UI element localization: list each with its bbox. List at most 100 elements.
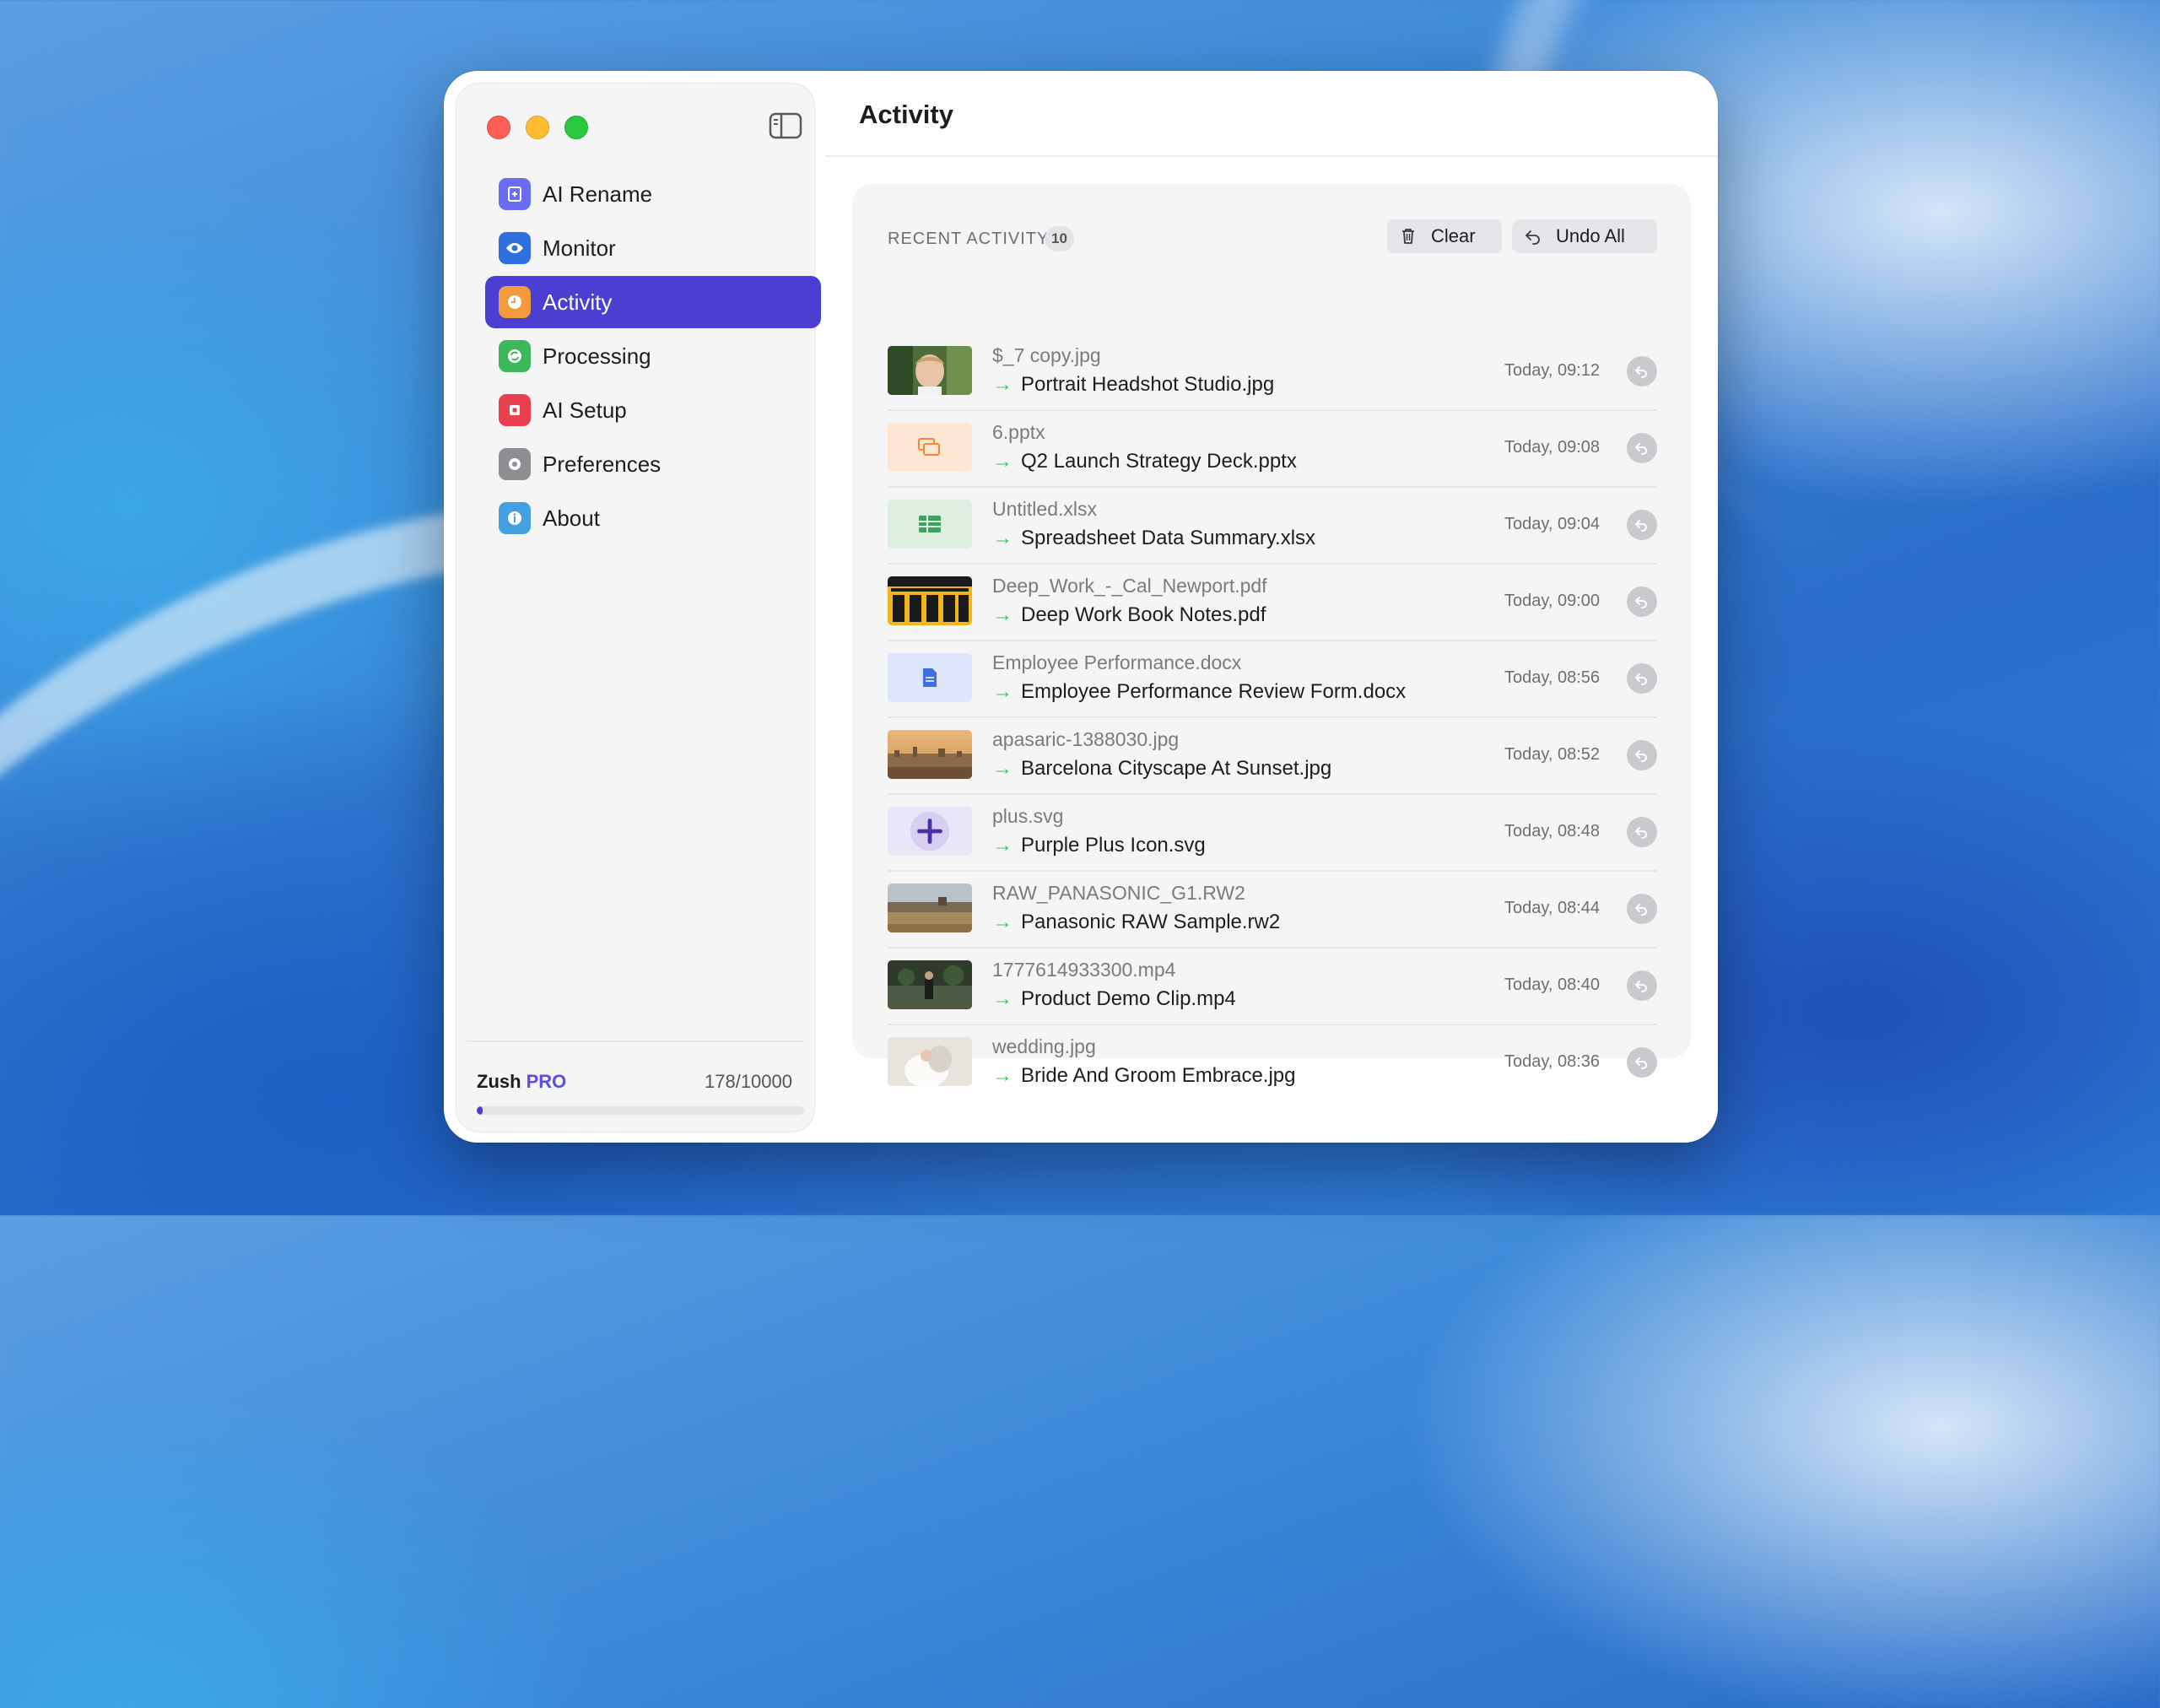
undo-icon bbox=[1635, 1057, 1647, 1069]
activity-row[interactable]: plus.svg → Purple Plus Icon.svg Today, 08:4… bbox=[888, 793, 1657, 870]
undo-row-button[interactable] bbox=[1627, 663, 1657, 694]
wedding-photo-thumbnail bbox=[888, 1037, 972, 1086]
sidebar-divider bbox=[467, 1040, 804, 1042]
activity-row[interactable]: Deep_Work_-_Cal_Newport.pdf → Deep Work Bo… bbox=[888, 563, 1657, 640]
city-photo-thumbnail bbox=[888, 730, 972, 779]
renamed-filename: → Panasonic RAW Sample.rw2 bbox=[992, 911, 1280, 934]
renamed-filename: → Portrait Headshot Studio.jpg bbox=[992, 373, 1274, 397]
undo-icon bbox=[1635, 904, 1647, 916]
arrow-right-icon: → bbox=[992, 911, 1012, 933]
timestamp: Today, 08:52 bbox=[1504, 745, 1600, 764]
undo-icon bbox=[1635, 981, 1647, 992]
sidebar-item-ai-rename[interactable]: AI Rename bbox=[485, 168, 821, 220]
renamed-filename-text: Deep Work Book Notes.pdf bbox=[1021, 603, 1266, 626]
original-filename: Untitled.xlsx bbox=[992, 498, 1097, 520]
sidebar-item-label: Activity bbox=[543, 289, 613, 315]
renamed-filename-text: Barcelona Cityscape At Sunset.jpg bbox=[1021, 757, 1332, 780]
activity-row[interactable]: Employee Performance.docx → Employee Perfo… bbox=[888, 640, 1657, 716]
renamed-filename: → Product Demo Clip.mp4 bbox=[992, 987, 1236, 1011]
activity-row[interactable]: 6.pptx → Q2 Launch Strategy Deck.pptx Today… bbox=[888, 409, 1657, 486]
timestamp: Today, 08:44 bbox=[1504, 899, 1600, 917]
sidebar-item-label: AI Setup bbox=[543, 397, 627, 423]
renamed-filename-text: Purple Plus Icon.svg bbox=[1021, 834, 1206, 857]
sidebar-item-about[interactable]: About bbox=[485, 492, 821, 544]
landscape-photo-thumbnail bbox=[888, 884, 972, 932]
timestamp: Today, 08:56 bbox=[1504, 668, 1600, 687]
renamed-filename: → Spreadsheet Data Summary.xlsx bbox=[992, 527, 1315, 550]
chip-icon bbox=[499, 394, 531, 426]
ai-rename-icon bbox=[499, 178, 531, 210]
sidebar-item-monitor[interactable]: Monitor bbox=[485, 222, 821, 274]
undo-row-button[interactable] bbox=[1627, 970, 1657, 1001]
activity-row[interactable]: $_7 copy.jpg → Portrait Headshot Studio.jp… bbox=[888, 334, 1657, 409]
info-icon bbox=[499, 502, 531, 534]
timestamp: Today, 08:48 bbox=[1504, 822, 1600, 840]
renamed-filename: → Barcelona Cityscape At Sunset.jpg bbox=[992, 757, 1331, 781]
activity-panel: RECENT ACTIVITY 10 Clear Undo All $_7 co… bbox=[852, 184, 1691, 1087]
renamed-filename-text: Q2 Launch Strategy Deck.pptx bbox=[1021, 450, 1297, 473]
sidebar-item-ai-setup[interactable]: AI Setup bbox=[485, 384, 821, 436]
eye-icon bbox=[499, 232, 531, 264]
minimize-window-button[interactable] bbox=[526, 116, 549, 139]
original-filename: wedding.jpg bbox=[992, 1035, 1096, 1057]
original-filename: Employee Performance.docx bbox=[992, 651, 1242, 673]
header-divider bbox=[825, 155, 1718, 157]
undo-row-button[interactable] bbox=[1627, 894, 1657, 924]
zoom-window-button[interactable] bbox=[564, 116, 588, 139]
sidebar-item-preferences[interactable]: Preferences bbox=[485, 438, 821, 490]
plus-icon-thumbnail bbox=[888, 807, 972, 856]
usage-progress-fill bbox=[477, 1106, 483, 1115]
timestamp: Today, 08:36 bbox=[1504, 1052, 1600, 1071]
close-window-button[interactable] bbox=[487, 116, 510, 139]
undo-row-button[interactable] bbox=[1627, 586, 1657, 617]
plan-label: Zush PRO bbox=[477, 1071, 566, 1093]
renamed-filename: → Bride And Groom Embrace.jpg bbox=[992, 1064, 1296, 1088]
activity-row[interactable]: wedding.jpg → Bride And Groom Embrace.jpg T… bbox=[888, 1024, 1657, 1100]
arrow-right-icon: → bbox=[992, 603, 1012, 626]
gear-icon bbox=[499, 448, 531, 480]
undo-row-button[interactable] bbox=[1627, 1047, 1657, 1078]
sidebar-item-processing[interactable]: Processing bbox=[485, 330, 821, 382]
undo-row-button[interactable] bbox=[1627, 433, 1657, 463]
clear-button[interactable]: Clear bbox=[1387, 219, 1502, 253]
original-filename: apasaric-1388030.jpg bbox=[992, 728, 1180, 750]
timestamp: Today, 09:12 bbox=[1504, 361, 1600, 380]
arrow-right-icon: → bbox=[992, 1064, 1012, 1087]
sidebar-item-activity[interactable]: Activity bbox=[485, 276, 821, 328]
renamed-filename-text: Portrait Headshot Studio.jpg bbox=[1021, 373, 1275, 396]
sidebar-item-label: About bbox=[543, 505, 600, 531]
arrow-right-icon: → bbox=[992, 757, 1012, 780]
undo-icon bbox=[1635, 366, 1647, 378]
original-filename: 1777614933300.mp4 bbox=[992, 959, 1176, 981]
plan-tier-badge: PRO bbox=[526, 1071, 567, 1092]
timestamp: Today, 09:08 bbox=[1504, 438, 1600, 457]
undo-row-button[interactable] bbox=[1627, 740, 1657, 770]
original-filename: plus.svg bbox=[992, 805, 1064, 827]
sidebar-toggle-icon[interactable] bbox=[769, 112, 802, 139]
undo-icon bbox=[1635, 750, 1647, 762]
undo-icon bbox=[1526, 230, 1540, 245]
timestamp: Today, 08:40 bbox=[1504, 976, 1600, 994]
undo-row-button[interactable] bbox=[1627, 817, 1657, 847]
undo-all-button[interactable]: Undo All bbox=[1512, 219, 1657, 253]
renamed-filename: → Employee Performance Review Form.docx bbox=[992, 680, 1406, 704]
section-label: RECENT ACTIVITY bbox=[888, 230, 1050, 248]
undo-icon bbox=[1635, 520, 1647, 532]
undo-icon bbox=[1635, 597, 1647, 608]
activity-row[interactable]: Untitled.xlsx → Spreadsheet Data Summary.x… bbox=[888, 486, 1657, 563]
undo-icon bbox=[1635, 827, 1647, 839]
renamed-filename-text: Spreadsheet Data Summary.xlsx bbox=[1021, 527, 1316, 549]
undo-icon bbox=[1635, 443, 1647, 455]
clear-button-label: Clear bbox=[1431, 225, 1476, 246]
original-filename: $_7 copy.jpg bbox=[992, 344, 1101, 366]
arrow-right-icon: → bbox=[992, 987, 1012, 1010]
activity-row[interactable]: RAW_PANASONIC_G1.RW2 → Panasonic RAW Sampl… bbox=[888, 870, 1657, 947]
undo-row-button[interactable] bbox=[1627, 356, 1657, 386]
activity-row[interactable]: apasaric-1388030.jpg → Barcelona Cityscape… bbox=[888, 716, 1657, 793]
renamed-filename-text: Panasonic RAW Sample.rw2 bbox=[1021, 911, 1281, 933]
portrait-photo-thumbnail bbox=[888, 346, 972, 395]
arrow-right-icon: → bbox=[992, 680, 1012, 703]
undo-row-button[interactable] bbox=[1627, 510, 1657, 540]
activity-row[interactable]: 1777614933300.mp4 → Product Demo Clip.mp4 T… bbox=[888, 947, 1657, 1024]
arrow-right-icon: → bbox=[992, 373, 1012, 396]
